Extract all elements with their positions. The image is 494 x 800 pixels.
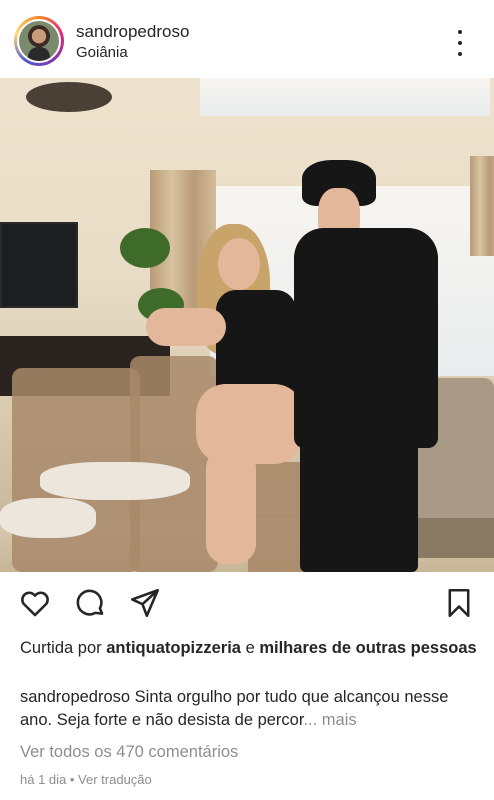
plant <box>120 228 170 268</box>
heart-icon[interactable] <box>18 586 52 620</box>
post-header: sandropedroso Goiânia <box>0 0 494 78</box>
avatar-figure <box>28 47 50 61</box>
likes-user[interactable]: antiquatopizzeria <box>106 639 241 657</box>
caption-more-link[interactable]: mais <box>317 711 357 729</box>
woman-face <box>218 238 260 290</box>
television <box>0 222 78 308</box>
likes-summary[interactable]: Curtida por antiquatopizzeria e milhares… <box>20 637 480 660</box>
meta-separator: • <box>66 772 79 787</box>
comment-icon[interactable] <box>73 586 107 620</box>
woman-arm <box>146 308 226 346</box>
stool <box>248 462 306 572</box>
send-icon[interactable] <box>128 586 162 620</box>
more-options-icon[interactable] <box>452 30 468 56</box>
post-caption: sandropedroso Sinta orgulho por tudo que… <box>20 686 480 732</box>
upper-window <box>200 78 490 116</box>
translate-link[interactable]: Ver tradução <box>78 772 152 787</box>
chair-seat-middle <box>40 462 190 500</box>
story-ring[interactable] <box>14 16 64 66</box>
curtain-right <box>470 156 494 256</box>
bookmark-icon[interactable] <box>442 586 476 620</box>
likes-others[interactable]: milhares de outras pessoas <box>259 639 476 657</box>
post-meta: há 1 dia • Ver tradução <box>20 772 152 787</box>
caption-username[interactable]: sandropedroso <box>20 688 130 706</box>
dot <box>458 52 462 56</box>
woman-lower-leg <box>206 448 256 564</box>
caption-ellipsis: ... <box>303 711 318 729</box>
likes-connector: e <box>240 639 260 657</box>
man-shirt <box>294 228 438 448</box>
action-bar <box>0 572 494 632</box>
pendant-lamp <box>26 82 112 112</box>
avatar[interactable] <box>17 19 61 63</box>
dot <box>458 41 462 45</box>
chair-seat-left <box>0 498 96 538</box>
man-legs <box>300 438 418 572</box>
post-time: há 1 dia <box>20 772 67 787</box>
post-username[interactable]: sandropedroso <box>76 22 189 42</box>
view-comments-link[interactable]: Ver todos os 470 comentários <box>20 743 238 762</box>
post-photo[interactable] <box>0 78 494 572</box>
post-location[interactable]: Goiânia <box>76 44 128 61</box>
likes-prefix: Curtida por <box>20 639 107 657</box>
dot <box>458 30 462 34</box>
